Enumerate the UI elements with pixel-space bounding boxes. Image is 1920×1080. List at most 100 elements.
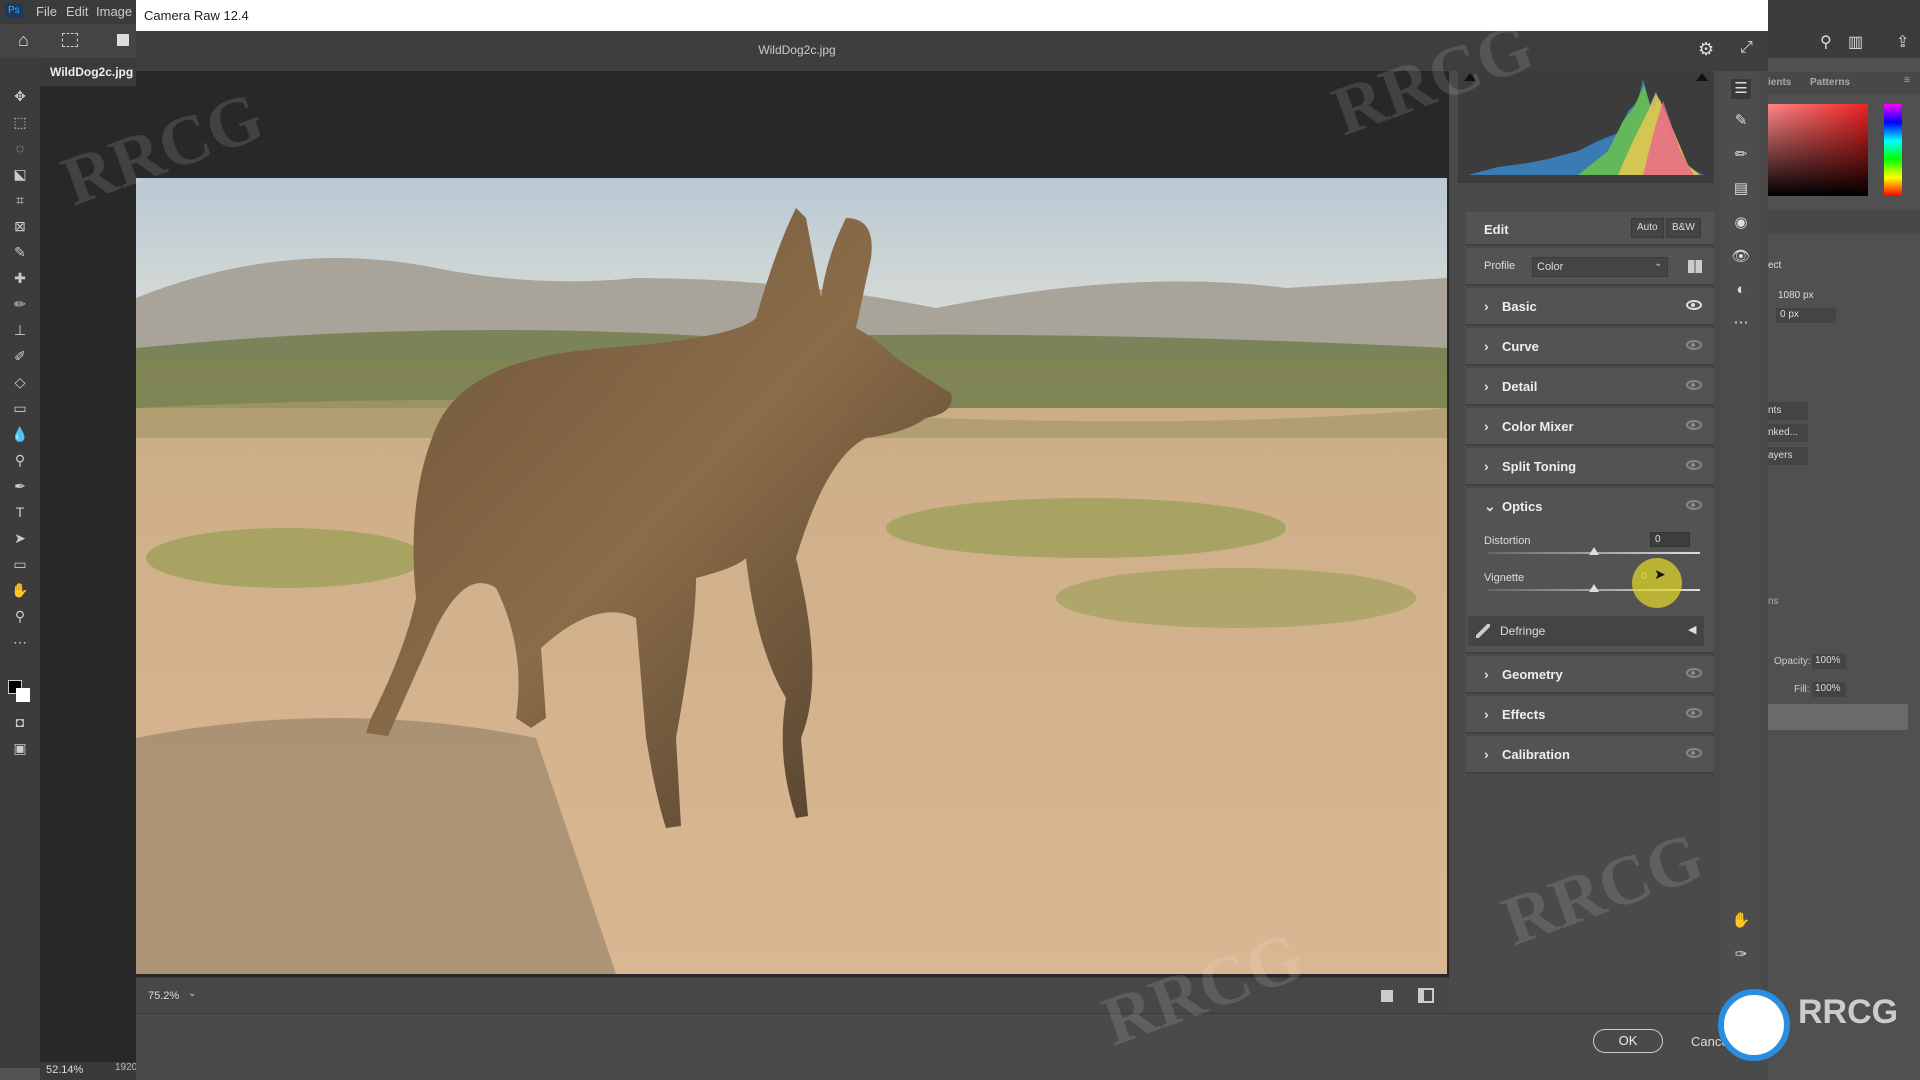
background-color-swatch[interactable] — [16, 688, 30, 702]
before-after-icon[interactable] — [1418, 988, 1434, 1003]
tab-gradients[interactable]: ients — [1768, 77, 1791, 88]
eye-icon[interactable] — [1686, 460, 1702, 470]
stamp-tool-icon[interactable]: ⊥ — [10, 322, 30, 342]
watermark-logo: RRCG — [1718, 985, 1918, 1065]
hand-tool-icon[interactable]: ✋ — [10, 582, 30, 602]
edit-sliders-icon[interactable]: ☰ — [1731, 79, 1751, 99]
bw-button[interactable]: B&W — [1666, 218, 1701, 238]
hue-slider[interactable] — [1884, 104, 1902, 196]
move-tool-icon[interactable]: ✥ — [10, 88, 30, 108]
fill-field[interactable]: 100% — [1812, 682, 1846, 697]
section-curve[interactable]: › Curve — [1466, 328, 1714, 366]
eye-icon[interactable] — [1686, 500, 1702, 510]
layer-row[interactable] — [1768, 704, 1908, 730]
crop-tool-icon[interactable]: ⌗ — [10, 192, 30, 212]
healing-icon[interactable]: ✎ — [1731, 111, 1751, 131]
eye-icon[interactable] — [1686, 708, 1702, 718]
red-eye-icon[interactable]: 👁 — [1731, 247, 1751, 267]
chevron-down-icon[interactable]: ⌄ — [188, 988, 196, 999]
share-icon[interactable]: ⇪ — [1896, 32, 1909, 52]
zoom-level-dropdown[interactable]: 75.2% — [148, 990, 179, 1002]
optics-header[interactable]: ⌄ Optics — [1466, 488, 1714, 526]
frame-tool-icon[interactable]: ⊠ — [10, 218, 30, 238]
select-tool-icon[interactable]: ⬕ — [10, 166, 30, 186]
props-button-1[interactable]: nts — [1768, 402, 1808, 420]
settings-gear-icon[interactable]: ⚙ — [1698, 39, 1714, 60]
props-button-2[interactable]: nked... — [1768, 424, 1808, 442]
section-split-toning[interactable]: › Split Toning — [1466, 448, 1714, 486]
menu-file[interactable]: File — [36, 4, 57, 19]
radial-filter-icon[interactable]: ◉ — [1731, 213, 1751, 233]
menu-image[interactable]: Image — [96, 4, 132, 19]
healing-tool-icon[interactable]: ✚ — [10, 270, 30, 290]
section-color-mixer[interactable]: › Color Mixer — [1466, 408, 1714, 446]
eraser-tool-icon[interactable]: ◇ — [10, 374, 30, 394]
ps-canvas-area — [40, 86, 136, 1066]
auto-button[interactable]: Auto — [1631, 218, 1664, 238]
fullscreen-icon[interactable]: ⤢ — [1740, 39, 1753, 57]
vignette-slider-thumb[interactable] — [1589, 584, 1599, 592]
more-icon[interactable]: ⋯ — [1731, 313, 1751, 333]
document-tab[interactable]: WildDog2c.jpg @ — [40, 58, 136, 86]
search-icon[interactable]: ⚲ — [1820, 32, 1832, 52]
screen-mode-icon[interactable]: ▣ — [10, 740, 30, 760]
zoom-tool-icon[interactable]: ⚲ — [10, 608, 30, 628]
color-picker-field[interactable] — [1768, 104, 1868, 196]
profile-browser-icon[interactable] — [1688, 260, 1702, 273]
ok-button[interactable]: OK — [1593, 1029, 1663, 1053]
offset-field[interactable]: 0 px — [1776, 308, 1836, 323]
tab-patterns[interactable]: Patterns — [1810, 77, 1850, 88]
section-calibration[interactable]: › Calibration — [1466, 736, 1714, 774]
profile-label: Profile — [1484, 260, 1516, 272]
history-brush-icon[interactable]: ✐ — [10, 348, 30, 368]
eye-icon[interactable] — [1686, 300, 1702, 310]
profile-dropdown[interactable]: Color — [1532, 257, 1668, 277]
more-tools-icon[interactable]: ⋯ — [10, 634, 30, 654]
quick-mask-icon[interactable]: ◘ — [10, 714, 30, 734]
defringe-row[interactable]: Defringe ◀ — [1468, 616, 1704, 646]
dodge-tool-icon[interactable]: ⚲ — [10, 452, 30, 472]
shadow-clipping-icon[interactable] — [1464, 73, 1476, 81]
marquee-tool-icon[interactable]: ⬚ — [10, 114, 30, 134]
eye-icon[interactable] — [1686, 380, 1702, 390]
image-preview-area[interactable] — [136, 71, 1449, 977]
workspace-icon[interactable]: ▥ — [1848, 32, 1863, 52]
eye-icon[interactable] — [1686, 340, 1702, 350]
eye-icon[interactable] — [1686, 748, 1702, 758]
pen-tool-icon[interactable]: ✒ — [10, 478, 30, 498]
props-button-3[interactable]: ayers — [1768, 447, 1808, 465]
distortion-value[interactable]: 0 — [1650, 532, 1690, 547]
gradient-tool-icon[interactable]: ▭ — [10, 400, 30, 420]
marquee-icon[interactable] — [62, 33, 78, 47]
eye-icon[interactable] — [1686, 420, 1702, 430]
path-select-icon[interactable]: ➤ — [10, 530, 30, 550]
expand-left-icon[interactable]: ◀ — [1688, 623, 1696, 636]
home-icon[interactable]: ⌂ — [18, 30, 29, 51]
section-geometry[interactable]: › Geometry — [1466, 656, 1714, 694]
distortion-slider-thumb[interactable] — [1589, 547, 1599, 555]
hand-icon[interactable]: ✋ — [1731, 911, 1751, 931]
brush-tool-icon[interactable]: ✏ — [10, 296, 30, 316]
panel-menu-icon[interactable]: ≡ — [1904, 75, 1910, 86]
highlight-clipping-icon[interactable] — [1696, 73, 1708, 81]
chevron-right-icon: › — [1484, 706, 1489, 722]
properties-header — [1768, 210, 1920, 234]
blur-tool-icon[interactable]: 💧 — [10, 426, 30, 446]
eye-icon[interactable] — [1686, 668, 1702, 678]
adjustment-brush-icon[interactable]: ✏ — [1731, 145, 1751, 165]
layers-tab[interactable]: ns — [1768, 596, 1779, 607]
presets-icon[interactable]: ◐ — [1731, 281, 1751, 301]
graduated-filter-icon[interactable]: ▤ — [1731, 179, 1751, 199]
section-detail[interactable]: › Detail — [1466, 368, 1714, 406]
color-sampler-icon[interactable]: ✑ — [1731, 945, 1751, 965]
rectangle-tool-icon[interactable]: ▭ — [10, 556, 30, 576]
square-icon[interactable] — [117, 34, 129, 46]
section-basic[interactable]: › Basic — [1466, 288, 1714, 326]
section-effects[interactable]: › Effects — [1466, 696, 1714, 734]
opacity-field[interactable]: 100% — [1812, 654, 1846, 669]
single-view-icon[interactable] — [1381, 990, 1393, 1002]
lasso-tool-icon[interactable]: ◌ — [10, 140, 30, 160]
type-tool-icon[interactable]: T — [10, 504, 30, 524]
eyedropper-tool-icon[interactable]: ✎ — [10, 244, 30, 264]
menu-edit[interactable]: Edit — [66, 4, 88, 19]
